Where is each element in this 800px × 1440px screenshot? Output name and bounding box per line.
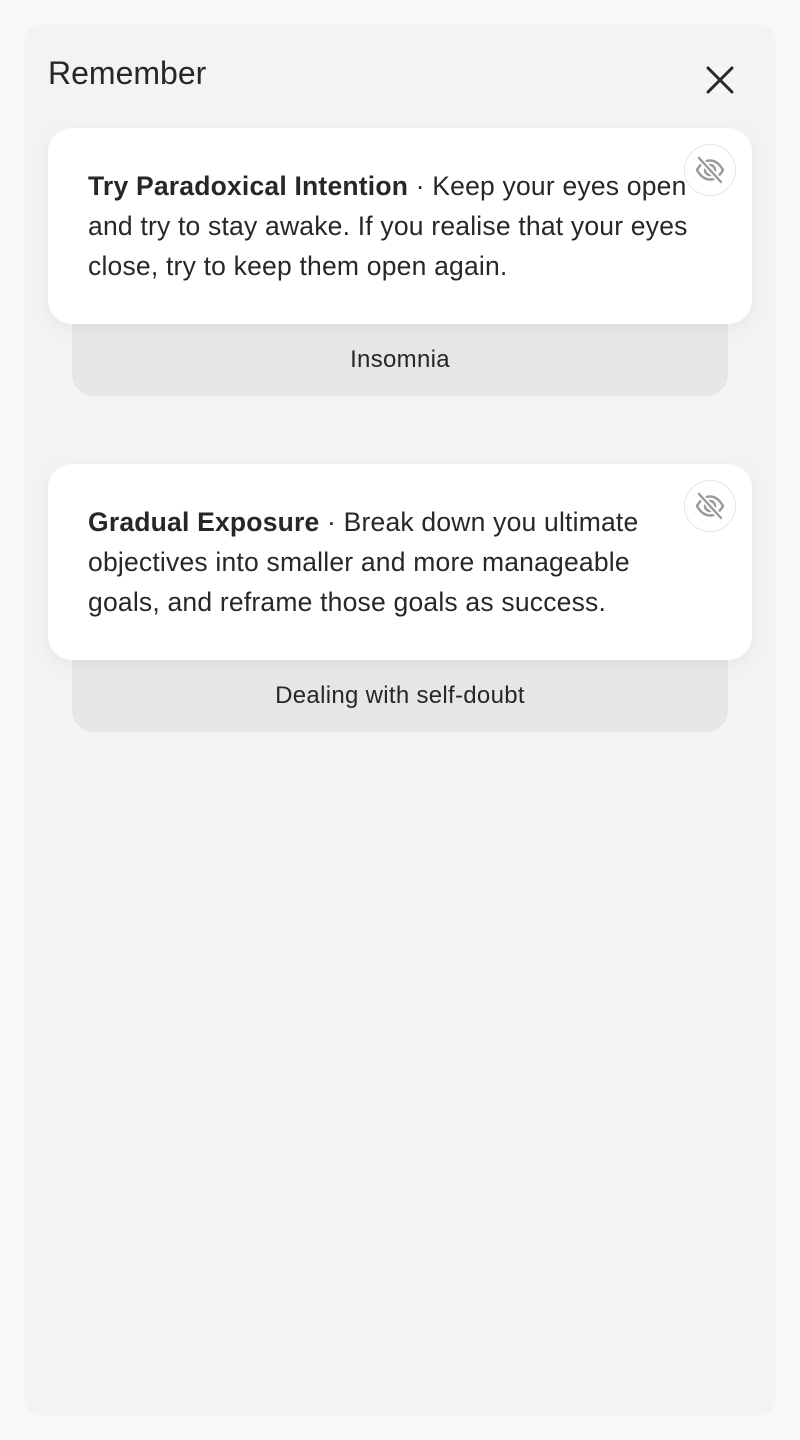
category-label: Insomnia: [72, 324, 728, 396]
reminder-card[interactable]: Try Paradoxical Intention · Keep your ey…: [48, 128, 752, 324]
eye-off-icon: [695, 491, 725, 521]
eye-off-icon: [695, 155, 725, 185]
panel-title: Remember: [48, 55, 207, 91]
card-separator: ·: [319, 507, 344, 537]
card-separator: ·: [408, 171, 433, 201]
reminder-card[interactable]: Gradual Exposure · Break down you ultima…: [48, 464, 752, 660]
close-button[interactable]: [696, 56, 744, 104]
reminder-panel: Remember Try Paradoxical Intention · Kee…: [24, 24, 776, 1416]
category-label: Dealing with self-doubt: [72, 660, 728, 732]
card-title: Try Paradoxical Intention: [88, 171, 409, 201]
hide-button[interactable]: [684, 480, 736, 532]
reminder-card-stack: Try Paradoxical Intention · Keep your ey…: [48, 128, 752, 396]
hide-button[interactable]: [684, 144, 736, 196]
reminder-card-stack: Gradual Exposure · Break down you ultima…: [48, 464, 752, 732]
card-text: Try Paradoxical Intention · Keep your ey…: [88, 166, 688, 286]
card-title: Gradual Exposure: [88, 507, 320, 537]
panel-header: Remember: [48, 52, 752, 100]
close-icon: [706, 66, 734, 94]
card-text: Gradual Exposure · Break down you ultima…: [88, 502, 688, 622]
